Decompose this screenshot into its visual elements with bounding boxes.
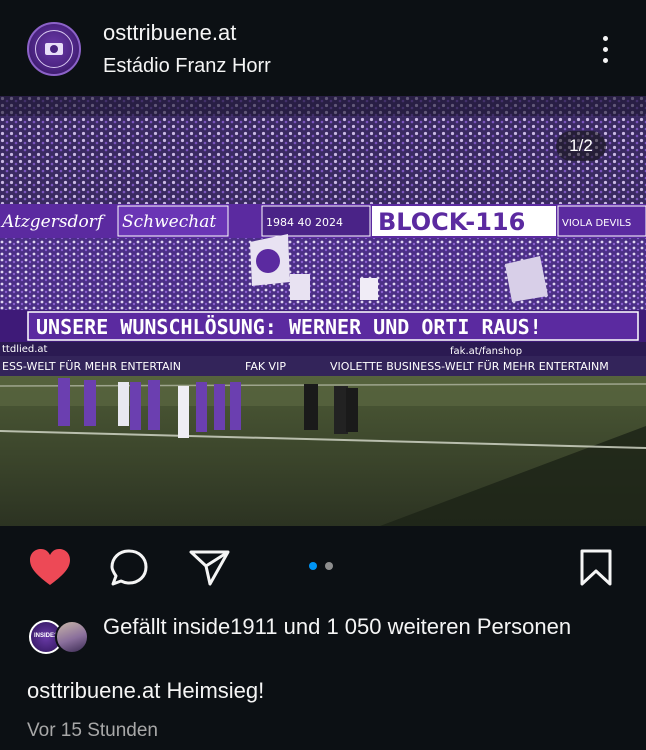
banner-text: Atzgersdorf (0, 212, 106, 232)
heart-icon[interactable] (28, 547, 72, 589)
ad-text: ttdlied.at (2, 344, 48, 355)
post-timestamp: Vor 15 Stunden (27, 720, 158, 741)
caption-text: Heimsieg! (166, 678, 265, 703)
likes-count-link[interactable]: 1 050 weiteren Personen (326, 614, 571, 639)
banner-text: 1984 40 2024 (266, 216, 343, 229)
ad-text: VIOLETTE BUSINESS-WELT FÜR MEHR ENTERTAI… (330, 360, 609, 373)
likes-user-link[interactable]: inside1911 (173, 614, 278, 639)
banner-text: BLOCK-116 (378, 208, 525, 236)
slide-counter: 1/2 (556, 131, 606, 161)
banner-text: Schwechat (122, 212, 216, 232)
profile-avatar[interactable] (27, 22, 81, 76)
post-username[interactable]: osttribuene.at (103, 20, 236, 46)
post-header: osttribuene.at Estádio Franz Horr (0, 0, 646, 96)
likes-prefix: Gefällt (103, 614, 173, 639)
carousel-dot-active (309, 562, 317, 570)
liker-avatar[interactable] (55, 620, 89, 654)
send-icon[interactable] (188, 548, 232, 588)
caption-username[interactable]: osttribuene.at (27, 678, 160, 703)
ad-text: FAK VIP (245, 360, 286, 373)
ad-text: ESS-WELT FÜR MEHR ENTERTAIN (2, 360, 181, 373)
likes-summary[interactable]: Gefällt inside1911 und 1 050 weiteren Pe… (103, 612, 623, 641)
camera-lens-icon (50, 45, 58, 53)
likes-middle: und (277, 614, 327, 639)
banner-text: UNSERE WUNSCHLÖSUNG: WERNER UND ORTI RAU… (36, 315, 542, 339)
post-caption: osttribuene.at Heimsieg! (27, 678, 264, 704)
carousel-dots (309, 562, 339, 572)
carousel-dot (325, 562, 333, 570)
post-photo[interactable]: Atzgersdorf Schwechat 1984 40 2024 BLOCK… (0, 96, 646, 526)
post-location[interactable]: Estádio Franz Horr (103, 55, 271, 78)
comment-icon[interactable] (108, 547, 152, 589)
bookmark-icon[interactable] (578, 548, 614, 588)
banner-text: VIOLA DEVILS (562, 218, 631, 229)
ad-text: fak.at/fanshop (450, 346, 522, 357)
more-options-icon[interactable] (598, 34, 614, 66)
stadium-photo: Atzgersdorf Schwechat 1984 40 2024 BLOCK… (0, 96, 646, 526)
